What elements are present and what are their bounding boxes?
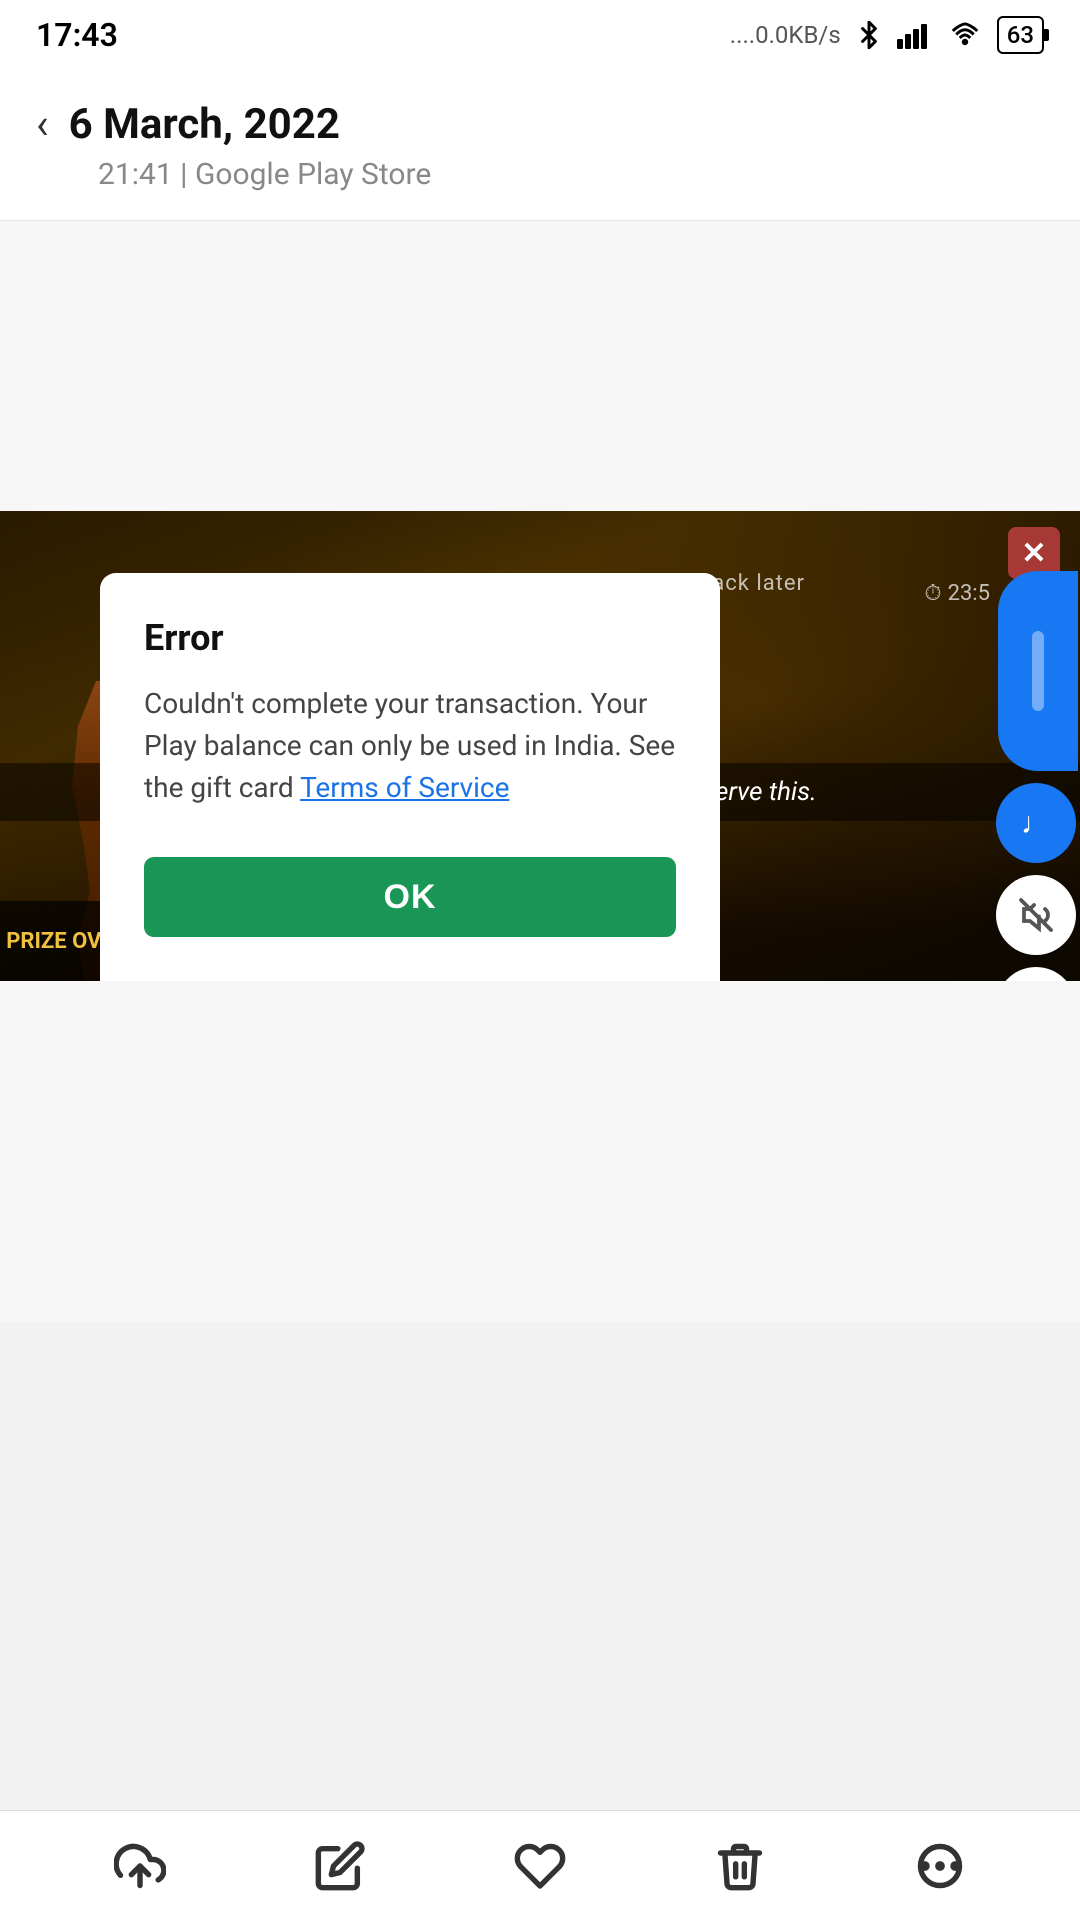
floating-panel: ♩ ••• bbox=[996, 571, 1080, 981]
bluetooth-icon bbox=[855, 21, 883, 49]
network-speed: ....0.0KB/s bbox=[730, 21, 841, 49]
error-link[interactable]: Terms of Service bbox=[300, 771, 509, 804]
error-body: Couldn't complete your transaction. Your… bbox=[144, 683, 676, 809]
favorite-button[interactable] bbox=[510, 1836, 570, 1896]
delete-button[interactable] bbox=[710, 1836, 770, 1896]
edit-icon bbox=[314, 1840, 366, 1892]
status-icons: ....0.0KB/s 63 bbox=[730, 16, 1044, 54]
top-whitespace bbox=[0, 221, 1080, 511]
floating-mute-button[interactable] bbox=[996, 875, 1076, 955]
game-timer: ⏱ 23:5 bbox=[924, 581, 990, 606]
ok-button[interactable]: OK bbox=[144, 857, 676, 937]
scroll-handle-indicator bbox=[1032, 631, 1044, 711]
header-top: ‹ 6 March, 2022 bbox=[36, 100, 1044, 149]
wifi-icon bbox=[947, 21, 983, 49]
music-icon: ♩ bbox=[1021, 806, 1051, 841]
bottom-whitespace bbox=[0, 981, 1080, 1321]
share-icon bbox=[114, 1840, 166, 1892]
game-background: ✕ Event has not yet started. Please come… bbox=[0, 511, 1080, 981]
floating-music-button[interactable]: ♩ bbox=[996, 783, 1076, 863]
header-time: 21:41 bbox=[98, 157, 173, 192]
status-time: 17:43 bbox=[36, 16, 118, 54]
battery-indicator: 63 bbox=[997, 16, 1044, 54]
more-icon bbox=[914, 1840, 966, 1892]
header-separator: | bbox=[180, 157, 195, 192]
trash-icon bbox=[714, 1840, 766, 1892]
signal-icon bbox=[897, 21, 933, 49]
bottom-toolbar bbox=[0, 1810, 1080, 1920]
back-button[interactable]: ‹ bbox=[36, 104, 49, 146]
floating-more-button[interactable]: ••• bbox=[996, 967, 1076, 981]
header: ‹ 6 March, 2022 21:41 | Google Play Stor… bbox=[0, 70, 1080, 221]
screenshot-area: ✕ Event has not yet started. Please come… bbox=[0, 511, 1080, 981]
more-button[interactable] bbox=[910, 1836, 970, 1896]
error-title: Error bbox=[144, 617, 676, 659]
mute-icon bbox=[1018, 897, 1054, 933]
status-bar: 17:43 ....0.0KB/s 63 bbox=[0, 0, 1080, 70]
error-dialog: Error Couldn't complete your transaction… bbox=[100, 573, 720, 981]
heart-icon bbox=[514, 1840, 566, 1892]
header-subtitle: 21:41 | Google Play Store bbox=[36, 157, 1044, 192]
prize-text: PRIZE OVE bbox=[6, 929, 114, 954]
floating-scroll-handle[interactable] bbox=[998, 571, 1078, 771]
header-source: Google Play Store bbox=[195, 157, 431, 192]
timer-value: 23:5 bbox=[948, 581, 990, 606]
header-date: 6 March, 2022 bbox=[69, 100, 340, 149]
edit-button[interactable] bbox=[310, 1836, 370, 1896]
clock-icon: ⏱ bbox=[924, 581, 941, 606]
share-button[interactable] bbox=[110, 1836, 170, 1896]
